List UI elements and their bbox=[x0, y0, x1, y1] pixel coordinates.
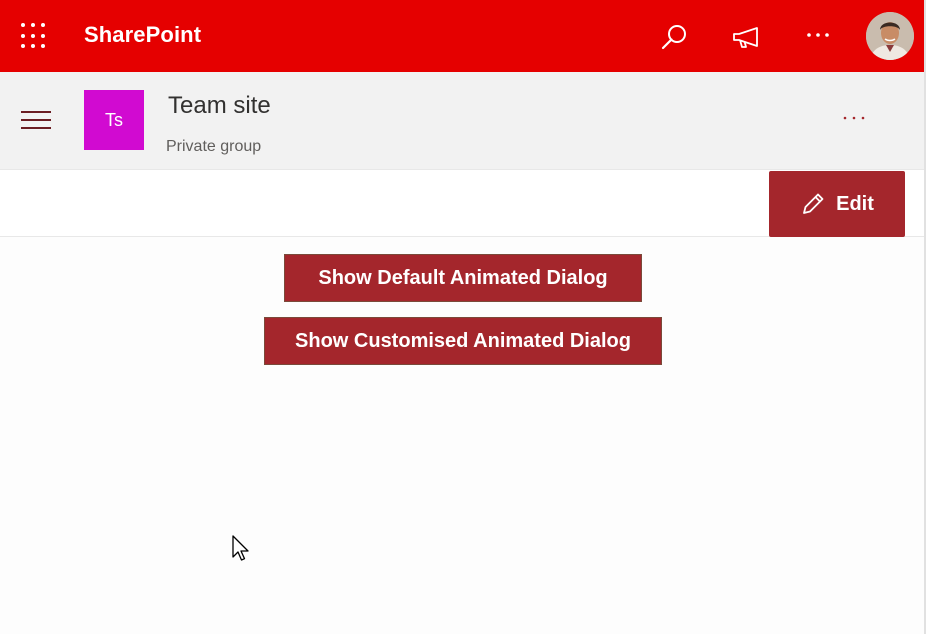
site-more-icon[interactable] bbox=[841, 114, 867, 122]
megaphone-icon[interactable] bbox=[731, 23, 761, 53]
site-privacy-label: Private group bbox=[166, 138, 262, 155]
suite-bar: SharePoint bbox=[0, 0, 924, 72]
show-default-dialog-button[interactable]: Show Default Animated Dialog bbox=[284, 254, 642, 302]
sharepoint-page: SharePoint Ts Team site Private group Ed… bbox=[0, 0, 926, 634]
site-logo[interactable]: Ts bbox=[84, 90, 144, 150]
command-bar: Edit bbox=[0, 169, 924, 237]
brand-title[interactable]: SharePoint bbox=[84, 22, 201, 48]
site-header: Ts Team site Private group bbox=[0, 72, 924, 169]
show-customised-dialog-button[interactable]: Show Customised Animated Dialog bbox=[264, 317, 662, 365]
edit-label: Edit bbox=[836, 192, 874, 215]
navigation-menu-icon[interactable] bbox=[21, 111, 51, 131]
more-icon[interactable] bbox=[804, 20, 834, 50]
user-avatar[interactable] bbox=[866, 12, 914, 60]
mouse-cursor-icon bbox=[232, 535, 249, 561]
app-launcher-icon[interactable] bbox=[21, 23, 47, 49]
search-icon[interactable] bbox=[660, 22, 690, 52]
edit-button[interactable]: Edit bbox=[769, 171, 905, 237]
pencil-icon bbox=[803, 193, 824, 214]
site-title[interactable]: Team site bbox=[168, 92, 271, 120]
